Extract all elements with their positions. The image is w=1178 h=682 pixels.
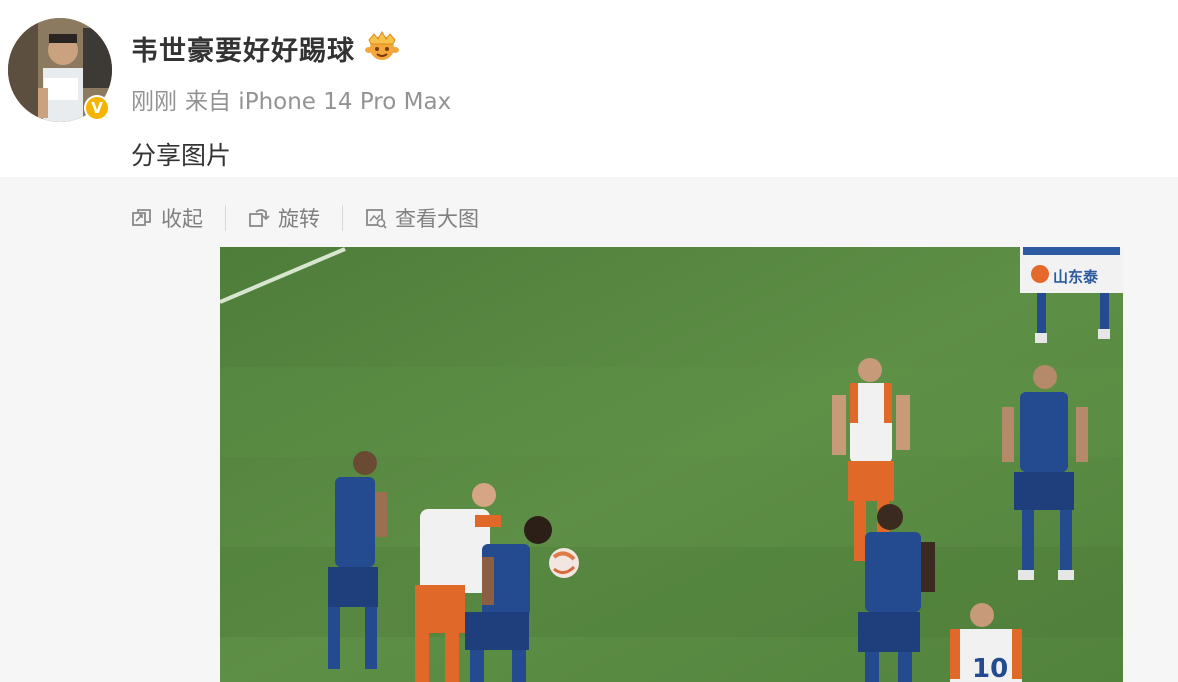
weibo-post: V 韦世豪要好好踢球 刚刚来自 iPhone 14 Pro Max 分享图片 [0, 0, 1178, 682]
toolbar-divider [342, 205, 343, 231]
vip-crown-icon[interactable] [363, 30, 401, 66]
post-image[interactable]: 山东泰 10 [220, 247, 1123, 682]
jersey-number: 10 [972, 654, 1008, 682]
toolbar-divider [225, 205, 226, 231]
ad-board-text: 山东泰 [1053, 268, 1099, 286]
football [549, 548, 579, 578]
collapse-button[interactable]: 收起 [131, 203, 203, 233]
post-time[interactable]: 刚刚 [131, 89, 177, 115]
ad-board: 山东泰 [1020, 247, 1123, 293]
collapse-icon [132, 209, 151, 226]
post-text: 分享图片 [131, 141, 232, 170]
post-meta: 刚刚 来自 iPhone 14 Pro Max [131, 82, 451, 116]
author-row: 韦世豪要好好踢球 [131, 28, 401, 68]
verified-badge: V [84, 95, 110, 121]
view-large-label: 查看大图 [395, 207, 479, 231]
post-source: 来自 iPhone 14 Pro Max [185, 89, 452, 115]
view-large-icon [366, 209, 387, 229]
rotate-button[interactable]: 旋转 [248, 203, 320, 233]
rotate-label: 旋转 [278, 207, 320, 231]
username[interactable]: 韦世豪要好好踢球 [131, 29, 355, 68]
media-box: 收起 旋转 查看大图 山东泰 10 [0, 177, 1178, 682]
rotate-icon [249, 209, 270, 227]
view-large-button[interactable]: 查看大图 [365, 203, 479, 233]
collapse-label: 收起 [161, 207, 203, 231]
media-toolbar: 收起 旋转 查看大图 [131, 203, 479, 233]
